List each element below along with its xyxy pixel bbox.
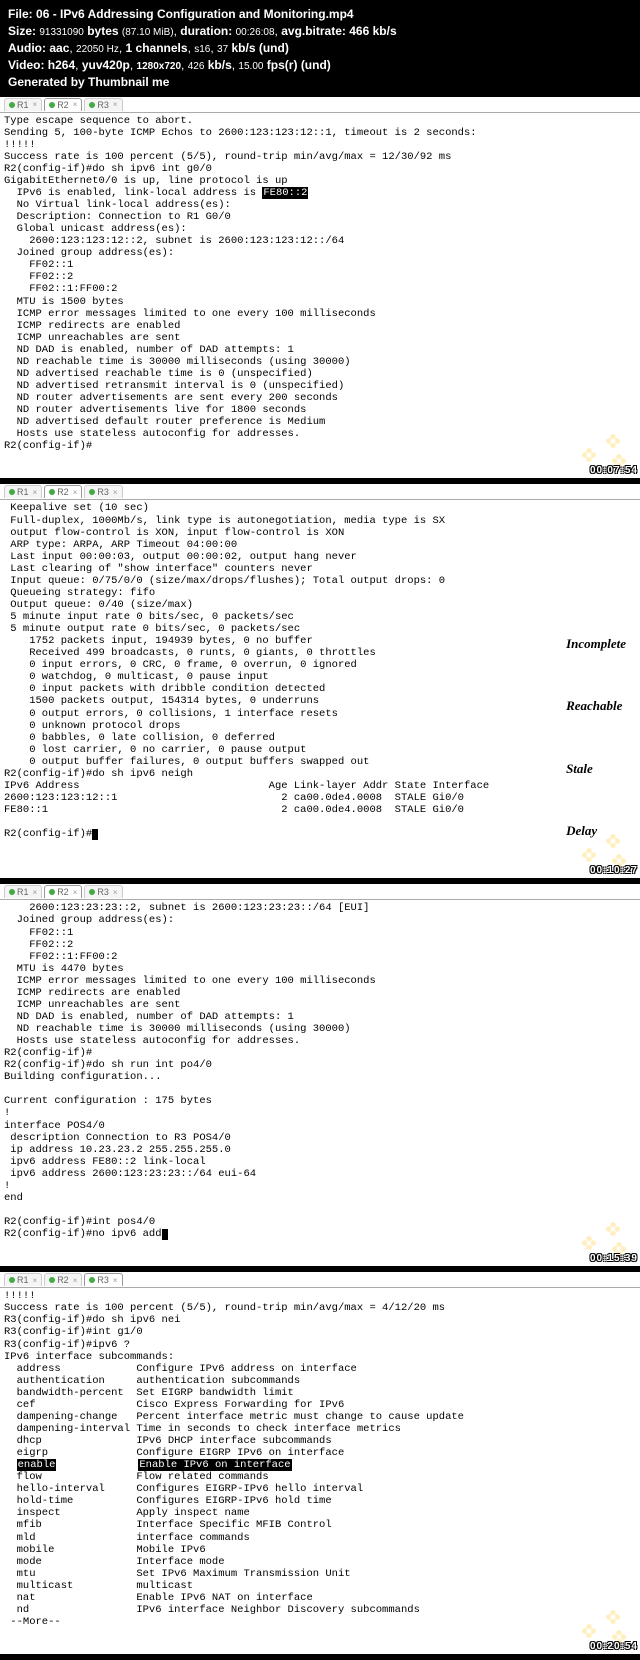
timestamp: 00:15:39 xyxy=(590,1253,638,1265)
tab-r2[interactable]: R2× xyxy=(44,485,82,498)
status-dot-icon xyxy=(9,889,15,895)
terminal-text: No Virtual link-local address(es): Descr… xyxy=(4,199,376,452)
close-icon[interactable]: × xyxy=(73,1276,78,1285)
status-dot-icon xyxy=(49,889,55,895)
close-icon[interactable]: × xyxy=(113,888,118,897)
cursor-icon xyxy=(162,1229,168,1240)
status-dot-icon xyxy=(49,102,55,108)
generated-by: Generated by Thumbnail me xyxy=(8,75,169,89)
audio-label: Audio: xyxy=(8,41,46,55)
duration-val: 00:26:08 xyxy=(236,27,275,38)
file-name: 06 - IPv6 Addressing Configuration and M… xyxy=(36,7,354,21)
timestamp: 00:20:54 xyxy=(590,1641,638,1653)
tab-bar-3: R1× R2× R3× xyxy=(0,884,640,900)
tab-r2[interactable]: R2× xyxy=(44,98,82,111)
tab-r1[interactable]: R1× xyxy=(4,98,42,111)
highlighted-command: enable xyxy=(17,1459,57,1471)
duration-label: duration: xyxy=(180,24,232,38)
status-dot-icon xyxy=(9,102,15,108)
timestamp: 00:07:54 xyxy=(590,465,638,477)
audio-s16: s16 xyxy=(194,44,210,55)
terminal-pane-1[interactable]: Type escape sequence to abort. Sending 5… xyxy=(0,113,640,485)
avgbitrate-label: avg.bitrate: xyxy=(281,24,346,38)
tab-r1[interactable]: R1× xyxy=(4,485,42,498)
close-icon[interactable]: × xyxy=(73,100,78,109)
close-icon[interactable]: × xyxy=(73,888,78,897)
metadata-header: File: 06 - IPv6 Addressing Configuration… xyxy=(0,0,640,97)
video-kbs: 426 xyxy=(188,61,205,72)
video-und: (und) xyxy=(301,58,331,72)
audio-codec: aac xyxy=(49,41,69,55)
tab-r3[interactable]: R3× xyxy=(84,1273,122,1286)
video-res: 1280x720 xyxy=(137,61,182,72)
status-dot-icon xyxy=(89,102,95,108)
terminal-text: Keepalive set (10 sec) Full-duplex, 1000… xyxy=(4,502,489,840)
terminal-text: flow Flow related commands hello-interva… xyxy=(4,1471,420,1628)
terminal-pane-3[interactable]: 2600:123:23:23::2, subnet is 2600:123:23… xyxy=(0,900,640,1272)
size-mib: (87.10 MiB) xyxy=(122,27,174,38)
bytes-word: bytes xyxy=(87,24,118,38)
tab-bar-2: R1× R2× R3× xyxy=(0,484,640,500)
terminal-text: 2600:123:23:23::2, subnet is 2600:123:23… xyxy=(4,902,376,1240)
close-icon[interactable]: × xyxy=(73,488,78,497)
highlighted-desc: Enable IPv6 on interface xyxy=(138,1459,291,1471)
video-label: Video: xyxy=(8,58,44,72)
close-icon[interactable]: × xyxy=(33,1276,38,1285)
tab-r1[interactable]: R1× xyxy=(4,1273,42,1286)
tab-bar-1: R1× R2× R3× xyxy=(0,97,640,113)
status-dot-icon xyxy=(9,489,15,495)
size-bytes: 91331090 xyxy=(39,27,84,38)
status-dot-icon xyxy=(9,1277,15,1283)
close-icon[interactable]: × xyxy=(33,888,38,897)
tab-r3[interactable]: R3× xyxy=(84,485,122,498)
close-icon[interactable]: × xyxy=(113,100,118,109)
audio-ch: 1 channels xyxy=(126,41,188,55)
close-icon[interactable]: × xyxy=(113,488,118,497)
avgbitrate-val: 466 kb/s xyxy=(349,24,396,38)
video-fps: 15.00 xyxy=(238,61,263,72)
close-icon[interactable]: × xyxy=(33,488,38,497)
status-dot-icon xyxy=(49,1277,55,1283)
tab-r2[interactable]: R2× xyxy=(44,885,82,898)
status-dot-icon xyxy=(89,489,95,495)
status-dot-icon xyxy=(89,889,95,895)
kbs-word: kb/s xyxy=(232,41,256,55)
terminal-text: Type escape sequence to abort. Sending 5… xyxy=(4,115,477,199)
close-icon[interactable]: × xyxy=(33,100,38,109)
video-pix: yuv420p xyxy=(82,58,130,72)
fps-word: fps(r) xyxy=(267,58,298,72)
tab-r3[interactable]: R3× xyxy=(84,885,122,898)
audio-kbs: 37 xyxy=(217,44,228,55)
tab-r3[interactable]: R3× xyxy=(84,98,122,111)
audio-hz: 22050 Hz xyxy=(76,44,119,55)
video-codec: h264 xyxy=(48,58,75,72)
close-icon[interactable]: × xyxy=(113,1276,118,1285)
terminal-text: !!!!! Success rate is 100 percent (5/5),… xyxy=(4,1290,464,1471)
size-label: Size: xyxy=(8,24,36,38)
terminal-pane-2[interactable]: Keepalive set (10 sec) Full-duplex, 1000… xyxy=(0,500,640,884)
highlighted-address: FE80::2 xyxy=(262,187,308,199)
tab-r1[interactable]: R1× xyxy=(4,885,42,898)
tab-bar-4: R1× R2× R3× xyxy=(0,1272,640,1288)
video-kbs-word: kb/s xyxy=(208,58,232,72)
cursor-icon xyxy=(92,829,98,840)
terminal-pane-4[interactable]: !!!!! Success rate is 100 percent (5/5),… xyxy=(0,1288,640,1660)
file-label: File: xyxy=(8,7,33,21)
tab-r2[interactable]: R2× xyxy=(44,1273,82,1286)
timestamp: 00:10:27 xyxy=(590,865,638,877)
status-dot-icon xyxy=(89,1277,95,1283)
audio-und: (und) xyxy=(259,41,289,55)
status-dot-icon xyxy=(49,489,55,495)
